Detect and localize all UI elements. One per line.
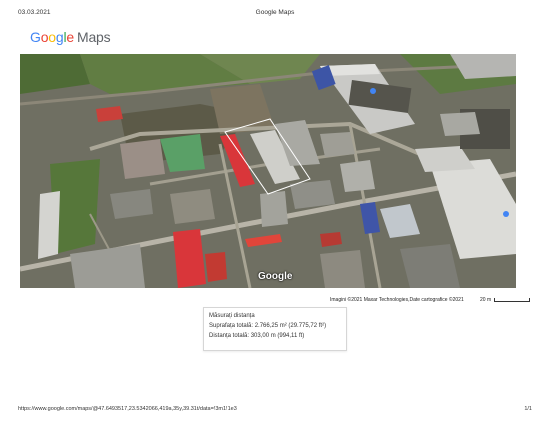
measure-distance-panel: Măsurați distanța Suprafața totală: 2.76… bbox=[203, 307, 347, 351]
page-title: Google Maps bbox=[255, 9, 295, 16]
map-google-wordmark: Google bbox=[258, 271, 293, 282]
page-number: 1/1 bbox=[524, 406, 532, 412]
measure-total-distance: Distanța totală: 303,00 m (994,11 ft) bbox=[209, 333, 305, 339]
measure-title: Măsurați distanța bbox=[209, 313, 255, 319]
satellite-imagery bbox=[20, 54, 516, 288]
scale-bar: 20 m bbox=[480, 297, 531, 303]
footer-url: https://www.google.com/maps/@47.6493517,… bbox=[18, 406, 237, 412]
map-attribution: Imagini ©2021 Maxar Technologies,Date ca… bbox=[330, 297, 464, 303]
google-maps-logo: Google Maps bbox=[30, 29, 111, 45]
measure-total-area: Suprafața totală: 2.766,25 m² (29.775,72… bbox=[209, 323, 327, 329]
satellite-map[interactable] bbox=[20, 54, 516, 288]
scale-bar-line bbox=[494, 298, 531, 302]
scale-label: 20 m bbox=[480, 297, 492, 303]
